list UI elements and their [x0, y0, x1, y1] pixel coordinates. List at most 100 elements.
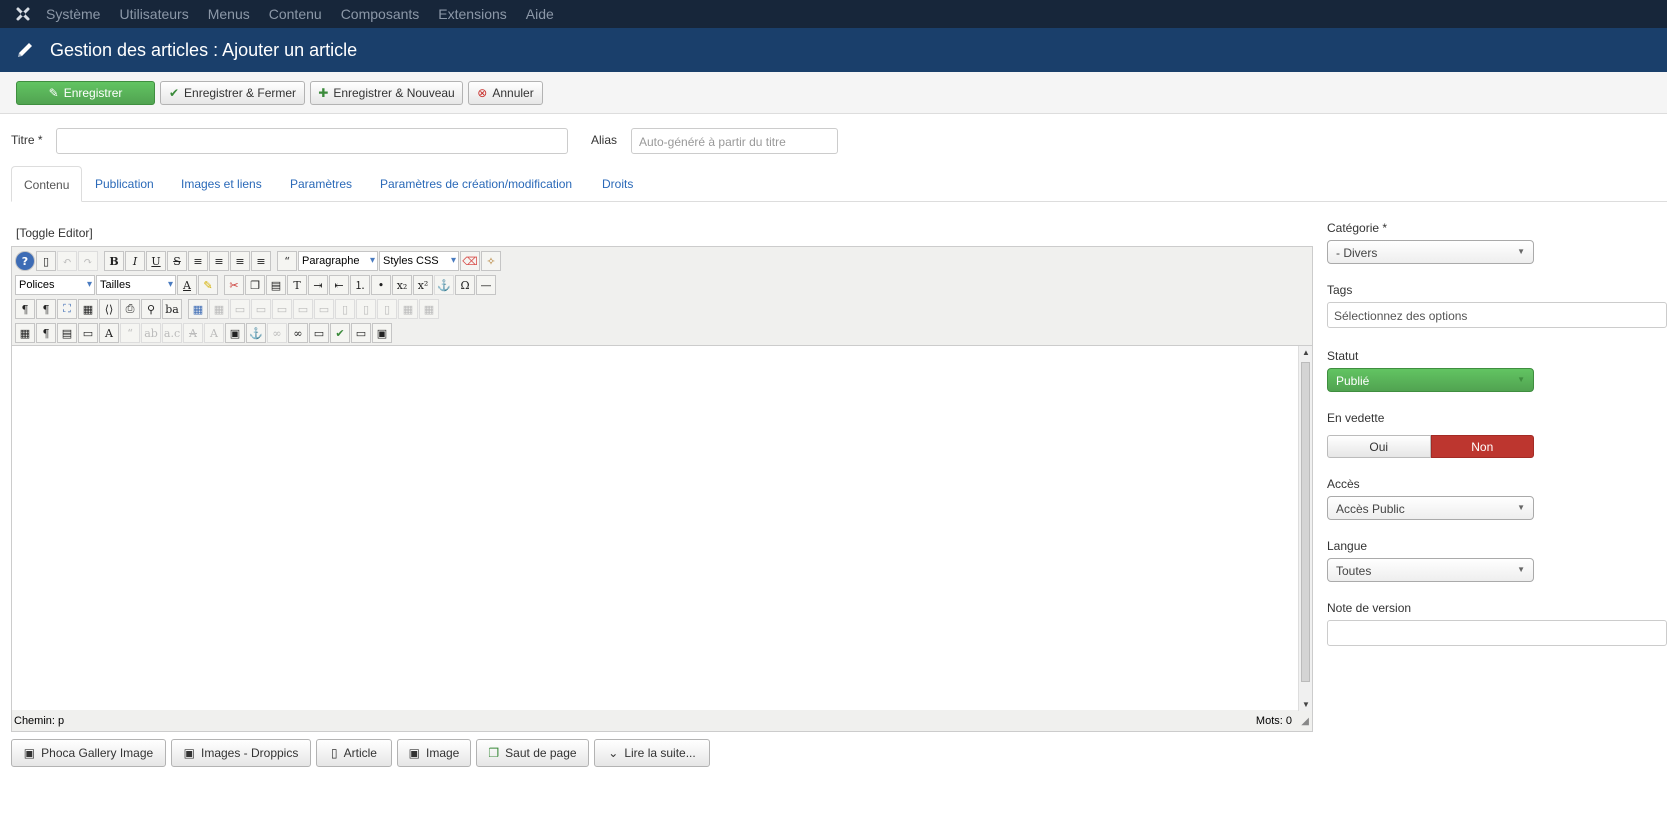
redo-icon[interactable]: ↷: [78, 251, 98, 271]
subscript-icon[interactable]: x₂: [392, 275, 412, 295]
new-document-icon[interactable]: ▯: [36, 251, 56, 271]
image-button[interactable]: ▣ Image: [397, 739, 471, 767]
tab-images-liens[interactable]: Images et liens: [169, 166, 274, 202]
fonts-select[interactable]: Polices: [15, 275, 95, 295]
align-justify-icon[interactable]: ≡: [188, 251, 208, 271]
source-code-icon[interactable]: ⟨⟩: [99, 299, 119, 319]
cancel-button[interactable]: ⊗ Annuler: [468, 81, 543, 105]
page-break-button[interactable]: ❐ Saut de page: [476, 739, 589, 767]
read-more-button[interactable]: ⌄ Lire la suite...: [594, 739, 710, 767]
paste-icon[interactable]: ▤: [266, 275, 286, 295]
underline-icon[interactable]: U: [146, 251, 166, 271]
fullscreen-icon[interactable]: ⛶: [57, 299, 77, 319]
featured-no-button[interactable]: Non: [1430, 435, 1534, 458]
menu-aide[interactable]: Aide: [526, 6, 554, 22]
visual-aid-icon[interactable]: ▦: [15, 323, 35, 343]
insert-table-icon[interactable]: ▦: [188, 299, 208, 319]
split-cells-icon[interactable]: ▦: [398, 299, 418, 319]
ltr-icon[interactable]: ¶: [15, 299, 35, 319]
help-icon[interactable]: ?: [15, 251, 35, 271]
save-new-button[interactable]: ✚ Enregistrer & Nouveau: [310, 81, 463, 105]
insert-row-after-icon[interactable]: ▭: [293, 299, 313, 319]
image-icon[interactable]: ▭: [309, 323, 329, 343]
text-color-icon[interactable]: A: [177, 275, 197, 295]
styles-select[interactable]: Styles CSS: [379, 251, 459, 271]
phoca-gallery-image-button[interactable]: ▣ Phoca Gallery Image: [11, 739, 166, 767]
strikethrough-icon[interactable]: S: [167, 251, 187, 271]
eraser-icon[interactable]: ⌫: [460, 251, 480, 271]
featured-yes-button[interactable]: Oui: [1327, 435, 1431, 458]
menu-utilisateurs[interactable]: Utilisateurs: [119, 6, 188, 22]
italic-icon[interactable]: I: [125, 251, 145, 271]
ordered-list-icon[interactable]: ⒈: [350, 275, 370, 295]
cleanup-broom-icon[interactable]: ✧: [481, 251, 501, 271]
unordered-list-icon[interactable]: •: [371, 275, 391, 295]
insert-col-after-icon[interactable]: ▯: [356, 299, 376, 319]
sizes-select[interactable]: Tailles: [96, 275, 176, 295]
delete-row-icon[interactable]: ▭: [314, 299, 334, 319]
access-select[interactable]: Accès Public: [1327, 496, 1534, 520]
cell-props-icon[interactable]: ▭: [251, 299, 271, 319]
delete-table-icon[interactable]: ▦: [209, 299, 229, 319]
tab-contenu[interactable]: Contenu: [11, 166, 83, 202]
insert-row-before-icon[interactable]: ▭: [272, 299, 292, 319]
styles-icon[interactable]: A: [99, 323, 119, 343]
format-select[interactable]: Paragraphe: [298, 251, 378, 271]
delete-col-icon[interactable]: ▯: [377, 299, 397, 319]
scroll-up-icon[interactable]: ▲: [1302, 348, 1310, 357]
copy-icon[interactable]: ❐: [245, 275, 265, 295]
replace-icon[interactable]: ba: [162, 299, 182, 319]
tags-input[interactable]: Sélectionnez des options: [1327, 302, 1667, 328]
unlink-icon[interactable]: ∞: [267, 323, 287, 343]
menu-composants[interactable]: Composants: [341, 6, 420, 22]
attribs-icon[interactable]: ▣: [225, 323, 245, 343]
style-props-icon[interactable]: ▭: [78, 323, 98, 343]
highlight-color-icon[interactable]: ✎: [198, 275, 218, 295]
anchor-link-icon[interactable]: ⚓: [246, 323, 266, 343]
page-break-icon[interactable]: ▭: [351, 323, 371, 343]
ins-icon[interactable]: A: [204, 323, 224, 343]
show-blocks-icon[interactable]: ¶: [36, 323, 56, 343]
indent-icon[interactable]: ⇥: [308, 275, 328, 295]
tab-parametres-creation[interactable]: Paramètres de création/modification: [368, 166, 584, 202]
menu-extensions[interactable]: Extensions: [438, 6, 506, 22]
undo-icon[interactable]: ↶: [57, 251, 77, 271]
print-icon[interactable]: ⎙: [120, 299, 140, 319]
bold-icon[interactable]: B: [104, 251, 124, 271]
blockquote-icon[interactable]: “: [277, 251, 297, 271]
special-chars-icon[interactable]: Ω: [455, 275, 475, 295]
alias-input[interactable]: Auto-généré à partir du titre: [631, 128, 838, 154]
insert-col-before-icon[interactable]: ▯: [335, 299, 355, 319]
resize-handle-icon[interactable]: ◢: [1301, 716, 1309, 727]
toggle-editor-link[interactable]: [Toggle Editor]: [16, 226, 93, 240]
tab-publication[interactable]: Publication: [83, 166, 166, 202]
menu-contenu[interactable]: Contenu: [269, 6, 322, 22]
outdent-icon[interactable]: ⇤: [329, 275, 349, 295]
superscript-icon[interactable]: x²: [413, 275, 433, 295]
align-left-icon[interactable]: ≡: [230, 251, 250, 271]
status-select[interactable]: Publié: [1327, 368, 1534, 392]
del-icon[interactable]: A: [183, 323, 203, 343]
acronym-icon[interactable]: a.c: [162, 323, 182, 343]
menu-menus[interactable]: Menus: [208, 6, 250, 22]
paste-text-icon[interactable]: T: [287, 275, 307, 295]
insert-layer-icon[interactable]: ▤: [57, 323, 77, 343]
tab-parametres[interactable]: Paramètres: [278, 166, 364, 202]
article-button[interactable]: ▯ Article: [316, 739, 392, 767]
link-icon[interactable]: ∞: [288, 323, 308, 343]
cut-icon[interactable]: ✂: [224, 275, 244, 295]
abbr-icon[interactable]: ab: [141, 323, 161, 343]
merge-cells-icon[interactable]: ▦: [419, 299, 439, 319]
media-icon[interactable]: ▣: [372, 323, 392, 343]
tab-droits[interactable]: Droits: [590, 166, 645, 202]
cite-icon[interactable]: “: [120, 323, 140, 343]
template-icon[interactable]: ▦: [78, 299, 98, 319]
scroll-down-icon[interactable]: ▼: [1302, 700, 1310, 709]
images-droppics-button[interactable]: ▣ Images - Droppics: [171, 739, 311, 767]
save-close-button[interactable]: ✔ Enregistrer & Fermer: [160, 81, 305, 105]
version-note-input[interactable]: [1327, 620, 1667, 646]
align-center-icon[interactable]: ≡: [209, 251, 229, 271]
menu-systeme[interactable]: Système: [46, 6, 100, 22]
joomla-logo-icon[interactable]: [0, 0, 46, 28]
align-right-icon[interactable]: ≡: [251, 251, 271, 271]
